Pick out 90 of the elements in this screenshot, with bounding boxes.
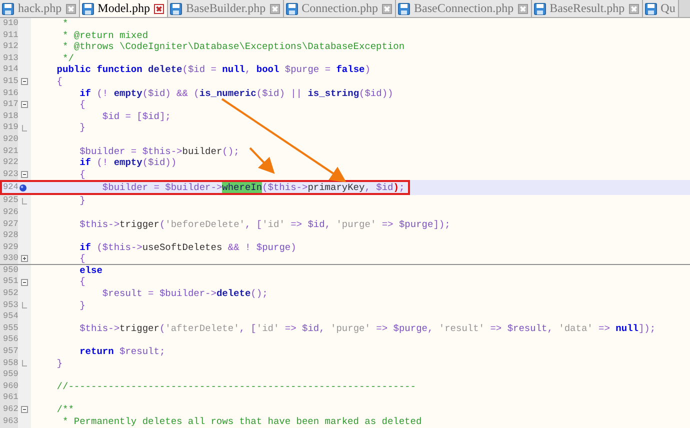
code-line: }: [78, 300, 86, 312]
code-line: $id = [$id];: [101, 110, 171, 122]
code-line: }: [78, 122, 86, 134]
line-number: 954: [2, 311, 18, 323]
code-line: }: [56, 358, 63, 370]
collapse-icon[interactable]: [21, 101, 28, 108]
code-line: *: [62, 18, 68, 30]
tab-label: hack.php: [18, 1, 62, 16]
line-number: 953: [2, 300, 18, 312]
line-number: 919: [2, 122, 18, 134]
code-line: $this->trigger('beforeDelete', ['id' => $id, 'purge' => $purge]);: [78, 218, 450, 230]
line-number: 923: [2, 168, 18, 180]
line-number: 917: [2, 99, 18, 111]
code-line: }: [78, 195, 86, 207]
close-icon[interactable]: [270, 4, 280, 14]
line-number: 930: [2, 253, 18, 264]
code-line: if (! empty($id)): [78, 157, 177, 169]
code-line: $result = $builder->delete();: [101, 288, 268, 300]
code-line: if ($this->useSoftDeletes && ! $purge): [78, 242, 296, 254]
line-number: 916: [2, 88, 18, 100]
code-line: {: [56, 76, 63, 88]
close-icon[interactable]: [154, 4, 164, 14]
tab-label: Connection.php: [302, 1, 378, 16]
line-number: 960: [2, 380, 18, 392]
line-number: 955: [2, 322, 18, 334]
line-number: 915: [2, 76, 18, 88]
close-icon[interactable]: [382, 4, 392, 14]
collapse-icon[interactable]: [21, 278, 28, 286]
line-number: 956: [2, 334, 18, 346]
code-line: public function delete($id = null, bool $purge = false): [56, 64, 370, 76]
code-line: else: [78, 264, 102, 276]
line-number: 927: [2, 218, 18, 230]
line-number: 914: [2, 64, 18, 76]
line-number: 910: [2, 18, 18, 30]
close-icon[interactable]: [628, 4, 639, 14]
tab-label: Model.php: [98, 1, 150, 16]
code-line: * @throws \CodeIgniter\Database\Exceptions\DatabaseException: [62, 41, 405, 53]
line-number: 951: [2, 276, 18, 288]
line-number: 913: [2, 52, 18, 64]
file-tab[interactable]: BaseResult.php: [532, 0, 643, 17]
line-number: 920: [2, 134, 18, 146]
file-tab[interactable]: hack.php: [0, 0, 80, 17]
code-line: if (! empty($id) && (is_numeric($id) || is_string($id)): [78, 88, 394, 100]
code-line: $this->trigger('afterDelete', ['id' => $id, 'purge' => $purge, 'result' => $result, 'data' => null]);: [78, 322, 656, 334]
file-tab[interactable]: BaseBuilder.php: [168, 0, 284, 17]
line-number: 950: [2, 264, 18, 276]
code-line: * Permanently deletes all rows that have been marked as deleted: [62, 416, 422, 428]
line-number: 922: [2, 157, 18, 169]
code-line: return $result;: [78, 346, 166, 358]
file-tab[interactable]: Qu: [642, 0, 680, 17]
file-tab[interactable]: BaseConnection.php: [396, 0, 532, 17]
expand-icon[interactable]: [21, 255, 28, 262]
code-line: {: [78, 99, 86, 111]
tab-label: BaseConnection.php: [414, 1, 514, 16]
file-tab[interactable]: Connection.php: [284, 0, 396, 17]
line-number: 918: [2, 110, 18, 122]
line-number: 924: [2, 181, 18, 194]
code-line: //-------------------------------------------------------------: [56, 380, 416, 392]
collapse-icon[interactable]: [21, 78, 28, 86]
code-line: */: [62, 52, 74, 64]
line-number: 911: [2, 30, 18, 42]
line-number: 952: [2, 288, 18, 300]
line-number: 963: [2, 416, 18, 428]
code-line: {: [78, 253, 86, 264]
breakpoint-icon[interactable]: [19, 184, 27, 192]
tab-label: BaseResult.php: [550, 1, 625, 16]
close-icon[interactable]: [66, 4, 76, 14]
code-line: $builder = $this->builder();: [78, 146, 240, 158]
line-number: 957: [2, 346, 18, 358]
file-tab[interactable]: Model.php: [80, 0, 168, 17]
collapse-icon[interactable]: [21, 171, 28, 178]
line-number: 929: [2, 242, 18, 254]
line-number: 921: [2, 146, 18, 158]
code-line: * @return mixed: [62, 30, 148, 42]
code-line: {: [78, 168, 86, 180]
code-line: /**: [56, 404, 74, 416]
line-number: 962: [2, 404, 18, 416]
close-icon[interactable]: [518, 4, 528, 14]
line-number: 928: [2, 230, 18, 242]
line-number: 925: [2, 195, 18, 207]
line-number: 912: [2, 41, 18, 53]
code-line: $builder = $builder->whereIn($this->primaryKey, $id);: [101, 181, 405, 196]
line-number: 926: [2, 206, 18, 218]
line-number: 959: [2, 369, 18, 381]
line-number: 961: [2, 392, 18, 404]
line-number: 958: [2, 358, 18, 370]
collapse-icon[interactable]: [21, 406, 28, 414]
tab-label: Qu: [660, 1, 676, 16]
code-line: {: [78, 276, 86, 288]
tab-label: BaseBuilder.php: [186, 1, 266, 16]
